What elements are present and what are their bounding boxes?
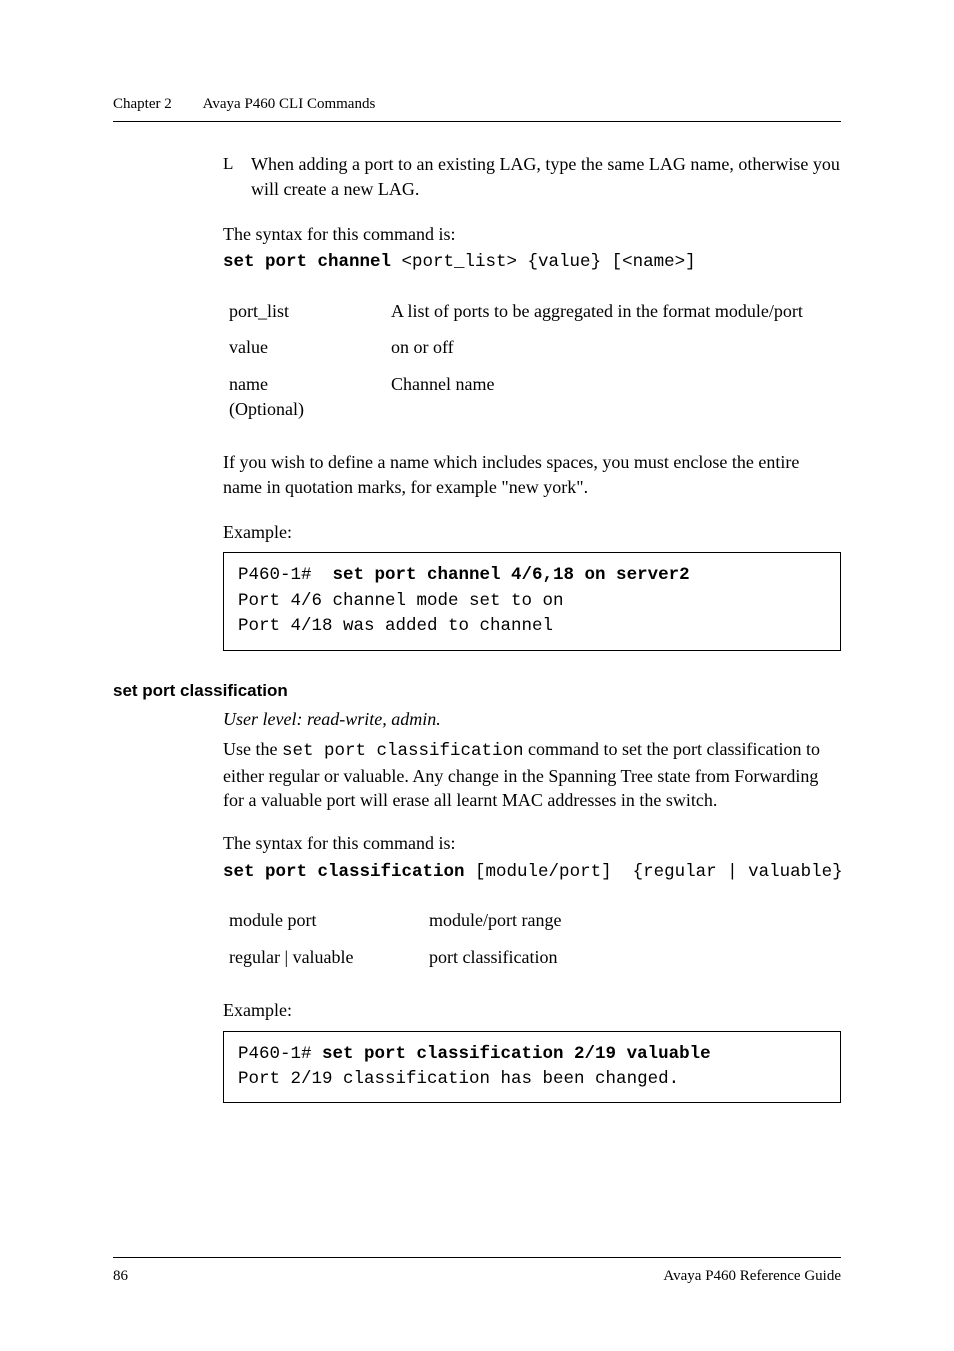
- command-args: <port_list> {value} [<name>]: [391, 252, 696, 272]
- param-key-line1: name: [229, 374, 268, 394]
- param-value: module/port range: [429, 902, 561, 939]
- param-value: Channel name: [391, 366, 803, 428]
- page: Chapter 2 Avaya P460 CLI Commands L When…: [0, 0, 954, 1351]
- table-row: port_list A list of ports to be aggregat…: [229, 293, 803, 330]
- table-row: name (Optional) Channel name: [229, 366, 803, 428]
- table-row: regular | valuable port classification: [229, 939, 561, 976]
- doc-title: Avaya P460 Reference Guide: [663, 1268, 841, 1285]
- desc-text: Use the: [223, 739, 282, 759]
- page-number: 86: [113, 1268, 128, 1285]
- table-row: module port module/port range: [229, 902, 561, 939]
- param-table-2: module port module/port range regular | …: [229, 902, 561, 976]
- table-row: value on or off: [229, 329, 803, 366]
- param-key: name (Optional): [229, 366, 391, 428]
- prompt: P460-1#: [238, 565, 333, 585]
- command-args: [module/port] {regular | valuable}: [465, 862, 843, 882]
- body-content-2: User level: read-write, admin. Use the s…: [223, 707, 841, 1104]
- user-level: User level: read-write, admin.: [223, 707, 841, 732]
- param-value: on or off: [391, 329, 803, 366]
- output-line: Port 4/6 channel mode set to on: [238, 591, 564, 611]
- param-key: value: [229, 329, 391, 366]
- param-key: port_list: [229, 293, 391, 330]
- syntax-intro-2: The syntax for this command is:: [223, 831, 841, 856]
- output-line: Port 4/18 was added to channel: [238, 616, 553, 636]
- chapter-label: Chapter 2: [113, 96, 172, 112]
- syntax-intro-1: The syntax for this command is:: [223, 222, 841, 247]
- example-label-1: Example:: [223, 520, 841, 545]
- command-description: Use the set port classification command …: [223, 737, 841, 813]
- command-keyword: set port channel: [223, 252, 391, 272]
- note-bullet: L When adding a port to an existing LAG,…: [223, 152, 841, 202]
- param-value: A list of ports to be aggregated in the …: [391, 293, 803, 330]
- code-example-2: P460-1# set port classification 2/19 val…: [223, 1031, 841, 1104]
- example-label-2: Example:: [223, 998, 841, 1023]
- code-example-1: P460-1# set port channel 4/6,18 on serve…: [223, 552, 841, 650]
- desc-code: set port classification: [282, 741, 524, 761]
- param-key: module port: [229, 902, 429, 939]
- page-footer: 86 Avaya P460 Reference Guide: [113, 1257, 841, 1285]
- user-command: set port classification 2/19 valuable: [322, 1044, 711, 1064]
- prompt: P460-1#: [238, 1044, 322, 1064]
- param-value: port classification: [429, 939, 561, 976]
- command-syntax-2: set port classification [module/port] {r…: [223, 860, 841, 884]
- output-line: Port 2/19 classification has been change…: [238, 1069, 679, 1089]
- section-heading: set port classification: [113, 681, 841, 701]
- command-syntax-1: set port channel <port_list> {value} [<n…: [223, 250, 841, 274]
- running-header: Chapter 2 Avaya P460 CLI Commands: [113, 96, 841, 113]
- body-content: L When adding a port to an existing LAG,…: [223, 152, 841, 651]
- note-text: When adding a port to an existing LAG, t…: [251, 152, 841, 202]
- note-icon: L: [223, 152, 251, 202]
- header-rule: [113, 121, 841, 122]
- user-command: set port channel 4/6,18 on server2: [333, 565, 690, 585]
- chapter-title: Avaya P460 CLI Commands: [203, 96, 376, 112]
- param-key-line2: (Optional): [229, 399, 304, 419]
- param-table-1: port_list A list of ports to be aggregat…: [229, 293, 803, 428]
- param-key: regular | valuable: [229, 939, 429, 976]
- naming-note: If you wish to define a name which inclu…: [223, 450, 841, 500]
- command-keyword: set port classification: [223, 862, 465, 882]
